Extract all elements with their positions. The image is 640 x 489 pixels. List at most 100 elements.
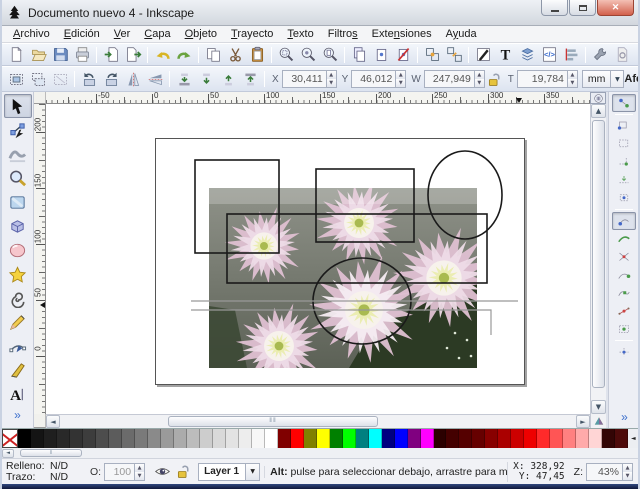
zoom-tool[interactable] (4, 166, 32, 190)
color-swatch-0000ff[interactable] (394, 429, 408, 448)
color-swatch-4d0a0a[interactable] (615, 429, 629, 448)
snap-paths-button[interactable] (612, 230, 636, 248)
menu-trayecto[interactable]: Trayecto (224, 27, 280, 41)
raise-one-step-button[interactable] (217, 69, 239, 89)
menu-capa[interactable]: Capa (137, 27, 177, 41)
zoom-page-button[interactable] (319, 45, 341, 65)
scroll-up-arrow[interactable]: ▲ (591, 104, 606, 118)
snap-smooth-nodes-button[interactable] (612, 284, 636, 302)
palette-scroll-thumb[interactable]: ⦀ (20, 449, 82, 457)
snap-nodes-button[interactable] (611, 212, 636, 230)
color-swatch-008000[interactable] (329, 429, 343, 448)
snap-bbox-centers-button[interactable] (612, 189, 636, 207)
snap-path-intersections-button[interactable] (612, 248, 636, 266)
align-dialog-button[interactable] (560, 45, 582, 65)
color-swatch-ffaaaa[interactable] (576, 429, 590, 448)
t-input[interactable]: 19,784 (516, 70, 567, 88)
color-swatch-00ff00[interactable] (342, 429, 356, 448)
color-swatch-ededed[interactable] (238, 429, 252, 448)
color-swatch-9a9a9a[interactable] (160, 429, 174, 448)
snap-object-centers-button[interactable] (612, 320, 636, 338)
color-swatch-141414[interactable] (30, 429, 44, 448)
menu-edicion[interactable]: Edición (57, 27, 107, 41)
y-input[interactable]: 46,012 (351, 70, 396, 88)
horizontal-scrollbar[interactable]: ◄ ⦀⦀ ► (46, 414, 590, 428)
snap-rotation-centers-button[interactable] (612, 343, 636, 361)
sticky-zoom-toggle[interactable] (590, 92, 606, 104)
layer-visibility-eye-icon[interactable] (154, 463, 171, 480)
color-swatch-ababab[interactable] (173, 429, 187, 448)
spinner[interactable]: ▲ ▼ (395, 70, 407, 88)
save-document-button[interactable] (49, 45, 71, 65)
color-swatch-d9d9d9[interactable] (212, 429, 226, 448)
raise-to-top-button[interactable] (239, 69, 261, 89)
ellipse-tool[interactable] (4, 238, 32, 262)
clone-button[interactable] (370, 45, 392, 65)
snap-cusp-nodes-button[interactable] (612, 266, 636, 284)
lower-one-step-button[interactable] (195, 69, 217, 89)
rotate-ccw-button[interactable] (78, 69, 100, 89)
menu-objeto[interactable]: Objeto (178, 27, 224, 41)
scroll-left-arrow[interactable]: ◄ (46, 415, 60, 428)
color-swatch-000080[interactable] (381, 429, 395, 448)
scroll-down-arrow[interactable]: ▼ (591, 400, 606, 414)
opacity-input[interactable]: 100 (104, 462, 135, 481)
pen-tool[interactable] (4, 334, 32, 358)
color-swatch-e3e3e3[interactable] (225, 429, 239, 448)
text-tool[interactable]: A (4, 382, 32, 406)
document-page[interactable] (155, 138, 525, 385)
color-swatch-000000[interactable] (18, 429, 31, 448)
menu-archivo[interactable]: Archivo (6, 27, 57, 41)
color-swatch-800080[interactable] (407, 429, 421, 448)
menu-filtros[interactable]: Filtros (321, 27, 365, 41)
color-swatch-008080[interactable] (355, 429, 369, 448)
color-swatch-f7f7f7[interactable] (251, 429, 265, 448)
palette-scroll-arrow[interactable]: ◄ (628, 429, 638, 448)
menu-ayuda[interactable]: Ayuda (439, 27, 484, 41)
color-swatch-cdcdcd[interactable] (199, 429, 213, 448)
zoom-selection-button[interactable] (275, 45, 297, 65)
layer-dropdown-arrow[interactable]: ▼ (245, 463, 260, 480)
spinner[interactable]: ▲ ▼ (566, 70, 578, 88)
no-color-swatch[interactable] (2, 429, 18, 448)
color-swatch-550000[interactable] (459, 429, 473, 448)
rotate-cw-button[interactable] (100, 69, 122, 89)
node-editor-tool[interactable] (4, 118, 32, 142)
snap-bbox-edges-button[interactable] (612, 135, 636, 153)
palette-scroll-left-arrow[interactable]: ◄ (2, 448, 14, 458)
color-swatch-333333[interactable] (69, 429, 83, 448)
color-swatch-5c5c5c[interactable] (108, 429, 122, 448)
color-swatch-aa0000[interactable] (498, 429, 512, 448)
maximize-button[interactable] (569, 0, 596, 16)
close-button[interactable]: ✕ (597, 0, 634, 16)
selector-tool[interactable] (3, 94, 32, 118)
fill-stroke-dialog-button[interactable] (472, 45, 494, 65)
layer-lock-icon[interactable] (175, 463, 192, 480)
color-swatch-ffff00[interactable] (316, 429, 330, 448)
preferences-button[interactable] (589, 45, 611, 65)
unit-selector[interactable]: mm ▼ (581, 70, 625, 88)
export-button[interactable] (122, 45, 144, 65)
color-swatch-292929[interactable] (56, 429, 70, 448)
color-swatch-880000[interactable] (485, 429, 499, 448)
paste-button[interactable] (246, 45, 268, 65)
unlink-clone-button[interactable] (392, 45, 414, 65)
cms-toggle-button[interactable] (590, 414, 606, 428)
color-swatch-00ffff[interactable] (368, 429, 382, 448)
canvas-viewport[interactable] (46, 104, 590, 414)
color-swatch-ff5555[interactable] (550, 429, 564, 448)
w-input[interactable]: 247,949 (423, 70, 474, 88)
undo-button[interactable] (151, 45, 173, 65)
lock-open-button[interactable] (486, 69, 504, 89)
snap-bbox-corners-button[interactable] (612, 153, 636, 171)
flip-vertical-button[interactable] (144, 69, 166, 89)
palette-scrollbar[interactable]: ◄ ⦀ (2, 448, 638, 458)
zoom-spinner[interactable]: ▲ ▼ (622, 462, 633, 481)
rectangle-tool[interactable] (4, 190, 32, 214)
vertical-scrollbar[interactable]: ▲ ▼ (590, 104, 606, 414)
color-swatch-ffd5d5[interactable] (589, 429, 603, 448)
fill-stroke-indicator[interactable]: Relleno: N/D Trazo: N/D (6, 460, 80, 483)
menu-ver[interactable]: Ver (107, 27, 138, 41)
snap-enable-button[interactable] (611, 94, 636, 112)
zoom-drawing-button[interactable] (297, 45, 319, 65)
